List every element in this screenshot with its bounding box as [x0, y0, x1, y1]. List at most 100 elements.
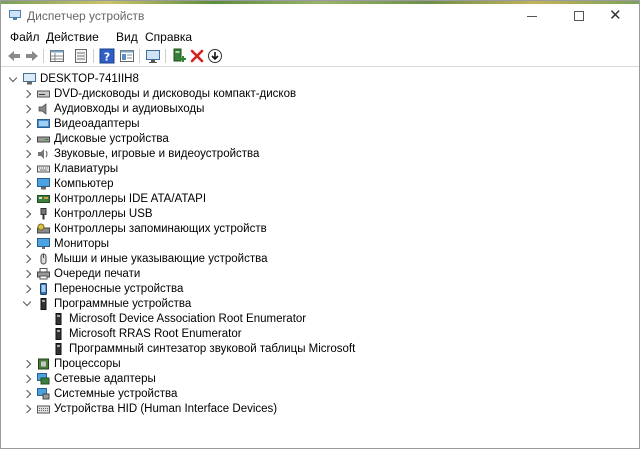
- hid-icon: [37, 405, 50, 414]
- chevron-right-icon[interactable]: [22, 404, 32, 414]
- mouse-icon: [40, 253, 47, 265]
- category-label: Компьютер: [54, 178, 114, 190]
- category-label: Мыши и иные указывающие устройства: [54, 253, 268, 265]
- chevron-right-icon[interactable]: [22, 284, 32, 294]
- speaker-icon: [38, 103, 47, 115]
- software-device-icon: [40, 298, 47, 310]
- disk-drive-icon: [37, 136, 50, 143]
- tree-root[interactable]: DESKTOP-741IIH8: [1, 72, 621, 87]
- add-driver-icon[interactable]: [171, 48, 187, 64]
- category-label: Сетевые адаптеры: [54, 373, 156, 385]
- chevron-right-icon[interactable]: [22, 389, 32, 399]
- category-label: Аудиовходы и аудиовыходы: [54, 103, 205, 115]
- chevron-right-icon[interactable]: [22, 239, 32, 249]
- chevron-right-icon[interactable]: [22, 164, 32, 174]
- svg-text:?: ?: [104, 51, 110, 64]
- software-device-icon: [55, 313, 62, 325]
- category-label: Системные устройства: [54, 388, 178, 400]
- tree-device-item[interactable]: Microsoft Device Association Root Enumer…: [1, 312, 621, 327]
- tree-category-storage-controllers[interactable]: Контроллеры запоминающих устройств: [1, 222, 621, 237]
- tree-category-processors[interactable]: Процессоры: [1, 357, 621, 372]
- delete-icon[interactable]: [189, 48, 205, 64]
- list-view-icon[interactable]: [73, 48, 89, 64]
- tree-category-usb[interactable]: Контроллеры USB: [1, 207, 621, 222]
- menu-action[interactable]: Действие: [46, 30, 99, 44]
- chevron-right-icon[interactable]: [22, 269, 32, 279]
- computer-icon: [37, 178, 50, 190]
- computer-icon: [23, 73, 36, 85]
- tree-category-system-devices[interactable]: Системные устройства: [1, 387, 621, 402]
- tree-category-computer[interactable]: Компьютер: [1, 177, 621, 192]
- chevron-right-icon[interactable]: [22, 224, 32, 234]
- close-button[interactable]: ✕: [593, 4, 639, 28]
- tree-device-item[interactable]: Программный синтезатор звуковой таблицы …: [1, 342, 621, 357]
- category-label: Дисковые устройства: [54, 133, 169, 145]
- chevron-right-icon[interactable]: [22, 119, 32, 129]
- menu-file[interactable]: Файл: [10, 30, 40, 44]
- software-device-icon: [55, 328, 62, 340]
- device-tree: DESKTOP-741IIH8 DVD-дисководы и дисковод…: [1, 67, 639, 447]
- maximize-icon: [574, 11, 584, 21]
- category-label: Контроллеры IDE ATA/ATAPI: [54, 193, 207, 205]
- monitor-icon: [37, 238, 50, 249]
- sound-device-icon: [38, 149, 48, 159]
- chevron-down-icon[interactable]: [22, 297, 32, 307]
- keyboard-icon: [37, 165, 50, 173]
- portable-device-icon: [40, 283, 47, 295]
- properties-icon[interactable]: [119, 48, 135, 64]
- device-manager-window: Диспетчер устройств ✕ Файл Действие Вид …: [0, 0, 640, 449]
- chevron-right-icon[interactable]: [22, 209, 32, 219]
- help-icon[interactable]: ?: [99, 48, 115, 64]
- tree-category-audio-io[interactable]: Аудиовходы и аудиовыходы: [1, 102, 621, 117]
- tree-category-print-queues[interactable]: Очереди печати: [1, 267, 621, 282]
- chevron-right-icon[interactable]: [22, 254, 32, 264]
- tree-category-sound-game-video[interactable]: Звуковые, игровые и видеоустройства: [1, 147, 621, 162]
- minimize-button[interactable]: [509, 4, 555, 28]
- chevron-down-icon[interactable]: [8, 73, 18, 83]
- tree-device-item[interactable]: Microsoft RRAS Root Enumerator: [1, 327, 621, 342]
- tree-root-label: DESKTOP-741IIH8: [40, 73, 139, 85]
- category-label: Устройства HID (Human Interface Devices): [54, 403, 278, 415]
- processor-icon: [38, 358, 49, 370]
- tree-category-portable-devices[interactable]: Переносные устройства: [1, 282, 621, 297]
- device-label: Программный синтезатор звуковой таблицы …: [69, 343, 356, 355]
- back-icon[interactable]: [6, 48, 22, 64]
- category-label: Звуковые, игровые и видеоустройства: [54, 148, 260, 160]
- dvd-drive-icon: [37, 90, 50, 98]
- usb-icon: [40, 208, 47, 220]
- chevron-right-icon[interactable]: [22, 134, 32, 144]
- ide-controller-icon: [37, 195, 50, 203]
- monitor-scan-icon[interactable]: [145, 48, 161, 64]
- chevron-right-icon[interactable]: [22, 89, 32, 99]
- tree-category-hid[interactable]: Устройства HID (Human Interface Devices): [1, 402, 621, 417]
- toolbar-separator: [139, 49, 140, 63]
- tree-category-keyboards[interactable]: Клавиатуры: [1, 162, 621, 177]
- device-manager-app-icon: [9, 10, 21, 20]
- tree-category-disk-drives[interactable]: Дисковые устройства: [1, 132, 621, 147]
- tree-category-monitors[interactable]: Мониторы: [1, 237, 621, 252]
- properties-grid-icon[interactable]: [49, 48, 65, 64]
- menu-view[interactable]: Вид: [116, 30, 138, 44]
- tree-category-software-devices[interactable]: Программные устройства: [1, 297, 621, 312]
- category-label: DVD-дисководы и дисководы компакт-дисков: [54, 88, 297, 100]
- category-label: Контроллеры USB: [54, 208, 153, 220]
- download-icon[interactable]: [207, 48, 223, 64]
- chevron-right-icon[interactable]: [22, 374, 32, 384]
- chevron-right-icon[interactable]: [22, 359, 32, 369]
- chevron-right-icon[interactable]: [22, 194, 32, 204]
- menu-help[interactable]: Справка: [145, 30, 192, 44]
- chevron-right-icon[interactable]: [22, 149, 32, 159]
- title-bar[interactable]: Диспетчер устройств ✕: [1, 4, 639, 28]
- device-label: Microsoft RRAS Root Enumerator: [69, 328, 242, 340]
- window-title: Диспетчер устройств: [27, 9, 145, 23]
- network-adapter-icon: [37, 373, 50, 385]
- chevron-right-icon[interactable]: [22, 179, 32, 189]
- forward-icon[interactable]: [24, 48, 40, 64]
- tree-category-network-adapters[interactable]: Сетевые адаптеры: [1, 372, 621, 387]
- tree-category-ide[interactable]: Контроллеры IDE ATA/ATAPI: [1, 192, 621, 207]
- chevron-right-icon[interactable]: [22, 104, 32, 114]
- tree-category-dvd[interactable]: DVD-дисководы и дисководы компакт-дисков: [1, 87, 621, 102]
- printer-icon: [37, 268, 50, 280]
- tree-category-video-adapters[interactable]: Видеоадаптеры: [1, 117, 621, 132]
- tree-category-mice[interactable]: Мыши и иные указывающие устройства: [1, 252, 621, 267]
